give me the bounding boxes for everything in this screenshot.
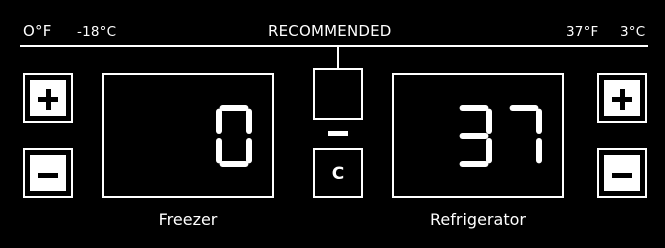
unit-letter: C: [331, 164, 345, 184]
digit-segment-d: [459, 161, 489, 167]
digit-segment-b: [536, 108, 542, 134]
refrigerator-label: Refrigerator: [430, 210, 526, 229]
freezer-decrease-button[interactable]: [23, 148, 73, 198]
freezer-recommended-fahrenheit: O°F: [23, 22, 52, 40]
refrigerator-recommended-celsius: 3°C: [620, 24, 646, 40]
freezer-increase-button[interactable]: [23, 73, 73, 123]
digit-segment-c: [536, 138, 542, 164]
digit-segment-g: [459, 133, 489, 139]
refrigerator-temperature-digits: [459, 105, 542, 167]
freezer-label: Freezer: [158, 210, 218, 229]
digit-segment-d: [219, 161, 249, 167]
refrigerator-increase-button[interactable]: [597, 73, 647, 123]
digit-segment-c: [486, 138, 492, 164]
freezer-display: 0: [102, 73, 274, 198]
recommended-divider: [20, 45, 648, 47]
digit-segment-a: [509, 105, 539, 111]
center-dash: [328, 131, 348, 136]
digit-segment-b: [246, 108, 252, 134]
recommended-indicator-box: [313, 68, 363, 120]
digit-segment-a: [219, 105, 249, 111]
refrigerator-display: 37: [392, 73, 564, 198]
digit-segment-a: [459, 105, 489, 111]
freezer-temperature-digits: [216, 105, 252, 167]
freezer-recommended-celsius: -18°C: [77, 24, 117, 40]
refrigerator-decrease-button[interactable]: [597, 148, 647, 198]
unit-toggle-button[interactable]: C: [313, 148, 363, 198]
plus-icon: [30, 80, 66, 116]
minus-icon: [30, 155, 66, 191]
digit-segment-b: [486, 108, 492, 134]
digit-segment-c: [246, 138, 252, 164]
digit-segment-f: [216, 108, 222, 134]
refrigerator-recommended-fahrenheit: 37°F: [566, 24, 599, 40]
recommended-connector: [337, 47, 339, 69]
plus-icon: [604, 80, 640, 116]
minus-icon: [604, 155, 640, 191]
digit-segment-e: [216, 138, 222, 164]
recommended-label: RECOMMENDED: [268, 22, 392, 40]
